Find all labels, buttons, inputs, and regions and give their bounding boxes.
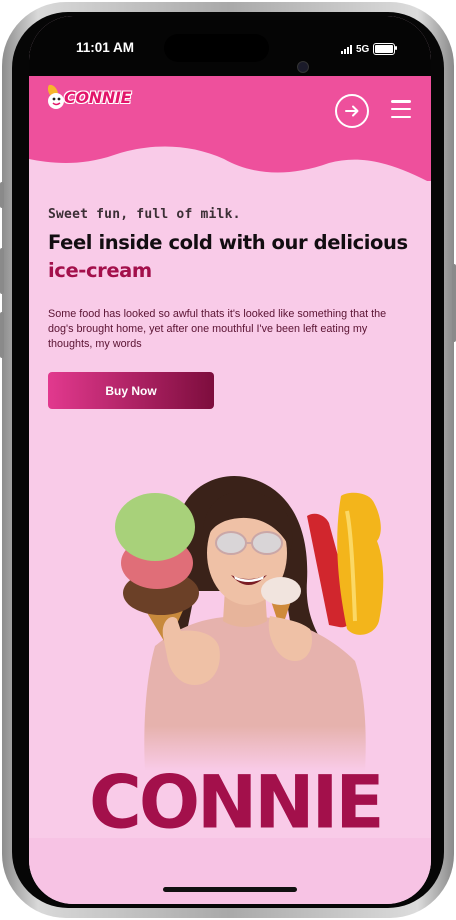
login-button[interactable]: [335, 94, 369, 128]
yellow-popsicle: [337, 492, 384, 635]
volume-up-button: [0, 248, 4, 294]
phone-frame: 11:01 AM 5G CONNIE Sweet fun, full of mi…: [0, 2, 456, 918]
arrow-right-icon: [345, 105, 359, 117]
buy-now-button[interactable]: Buy Now: [48, 372, 214, 409]
hero-headline: Feel inside cold with our delicious ice-…: [48, 229, 418, 285]
pistachio-scoop: [115, 493, 195, 561]
headline-main: Feel inside cold with our delicious: [48, 231, 408, 254]
footer-strip: [29, 838, 431, 904]
screen: 11:01 AM 5G CONNIE Sweet fun, full of mi…: [29, 16, 431, 904]
dynamic-island: [164, 34, 309, 73]
menu-icon[interactable]: [391, 100, 411, 118]
brand-wordmark: CONNIE: [89, 759, 385, 845]
battery-icon: [373, 43, 398, 55]
status-icons: 5G: [341, 43, 398, 55]
power-button: [452, 264, 456, 342]
headline-highlight: ice-cream: [48, 259, 152, 282]
hero-tagline: Sweet fun, full of milk.: [48, 207, 241, 222]
status-bar: 11:01 AM 5G: [29, 16, 431, 76]
header-wave: [29, 121, 431, 181]
volume-down-button: [0, 312, 4, 358]
home-indicator[interactable]: [163, 887, 297, 892]
hero-image: [85, 475, 385, 771]
signal-icon: [341, 44, 352, 54]
logo-icon: [47, 84, 64, 109]
logo-text: CONNIE: [64, 87, 132, 107]
logo[interactable]: CONNIE: [46, 83, 132, 111]
camera-icon: [297, 61, 309, 73]
action-button: [0, 182, 4, 208]
status-time: 11:01 AM: [76, 40, 135, 55]
hero-description: Some food has looked so awful thats it's…: [48, 308, 387, 350]
network-type: 5G: [356, 43, 370, 55]
